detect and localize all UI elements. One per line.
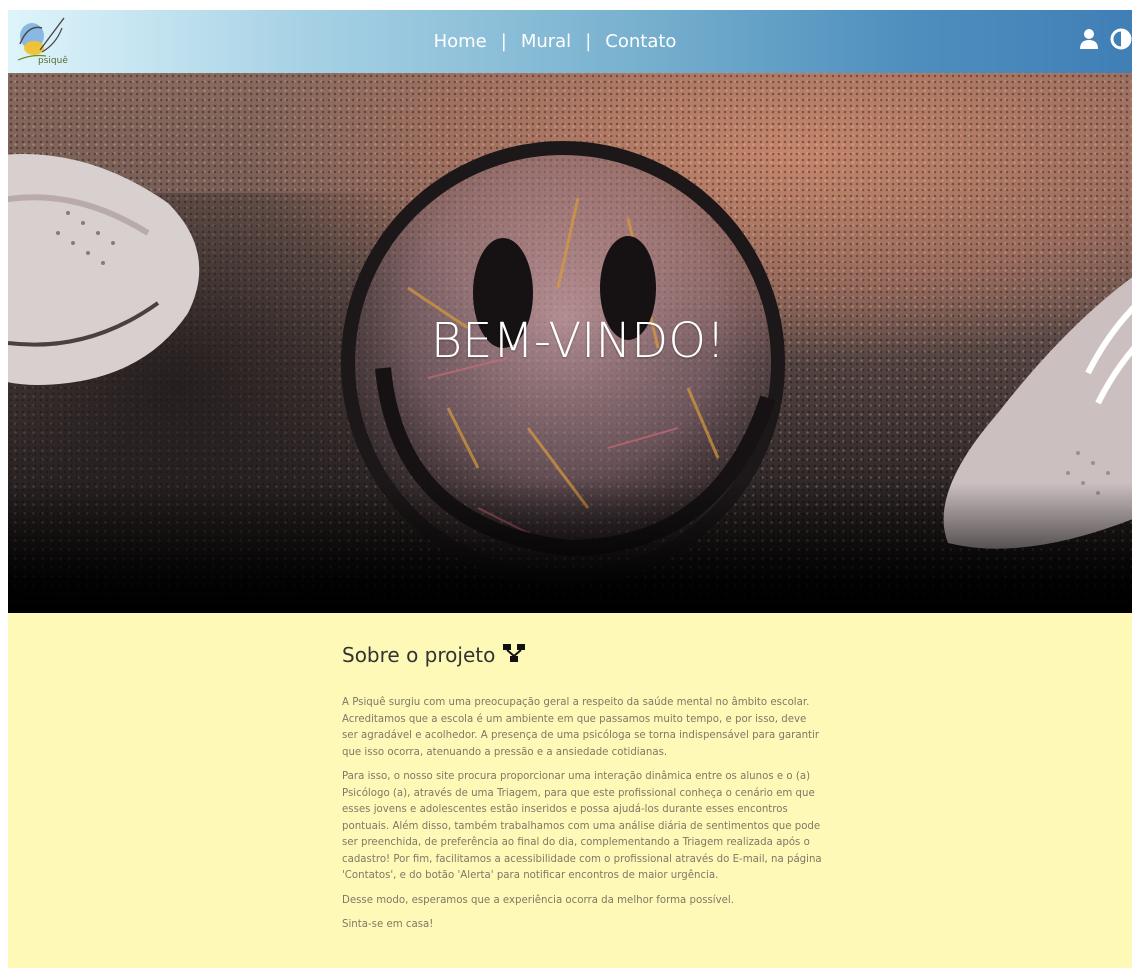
nav-home-link[interactable]: Home bbox=[430, 31, 491, 52]
user-icon[interactable] bbox=[1078, 28, 1100, 54]
contrast-icon[interactable] bbox=[1110, 28, 1132, 54]
hero-bottom-fade bbox=[8, 483, 1132, 613]
about-paragraph: A Psiquê surgiu com uma preocupação gera… bbox=[342, 697, 820, 758]
about-paragraph: Para isso, o nosso site procura proporci… bbox=[342, 771, 822, 881]
about-section: Sobre o projeto A Psiquê surgiu com uma … bbox=[8, 613, 1132, 968]
nav-separator: | bbox=[500, 31, 507, 52]
nav-separator: | bbox=[585, 31, 592, 52]
nav-mural-link[interactable]: Mural bbox=[517, 31, 575, 52]
hero-title: BEM-VINDO! bbox=[430, 313, 726, 369]
hero-banner: BEM-VINDO! bbox=[8, 73, 1132, 613]
about-title: Sobre o projeto bbox=[342, 643, 822, 667]
nav-icons bbox=[1078, 28, 1132, 54]
sitemap-icon bbox=[503, 643, 526, 667]
page: psiquê Home | Mural | Contato BEM-VINDO!… bbox=[8, 10, 1132, 968]
about-content: Sobre o projeto A Psiquê surgiu com uma … bbox=[342, 643, 822, 942]
about-title-text: Sobre o projeto bbox=[342, 643, 496, 667]
about-paragraph: Sinta-se em casa! bbox=[342, 919, 434, 930]
main-nav: Home | Mural | Contato bbox=[8, 10, 1132, 73]
about-paragraph: Desse modo, esperamos que a experiência … bbox=[342, 894, 735, 906]
nav-contato-link[interactable]: Contato bbox=[601, 31, 680, 52]
navbar: psiquê Home | Mural | Contato bbox=[8, 10, 1132, 73]
